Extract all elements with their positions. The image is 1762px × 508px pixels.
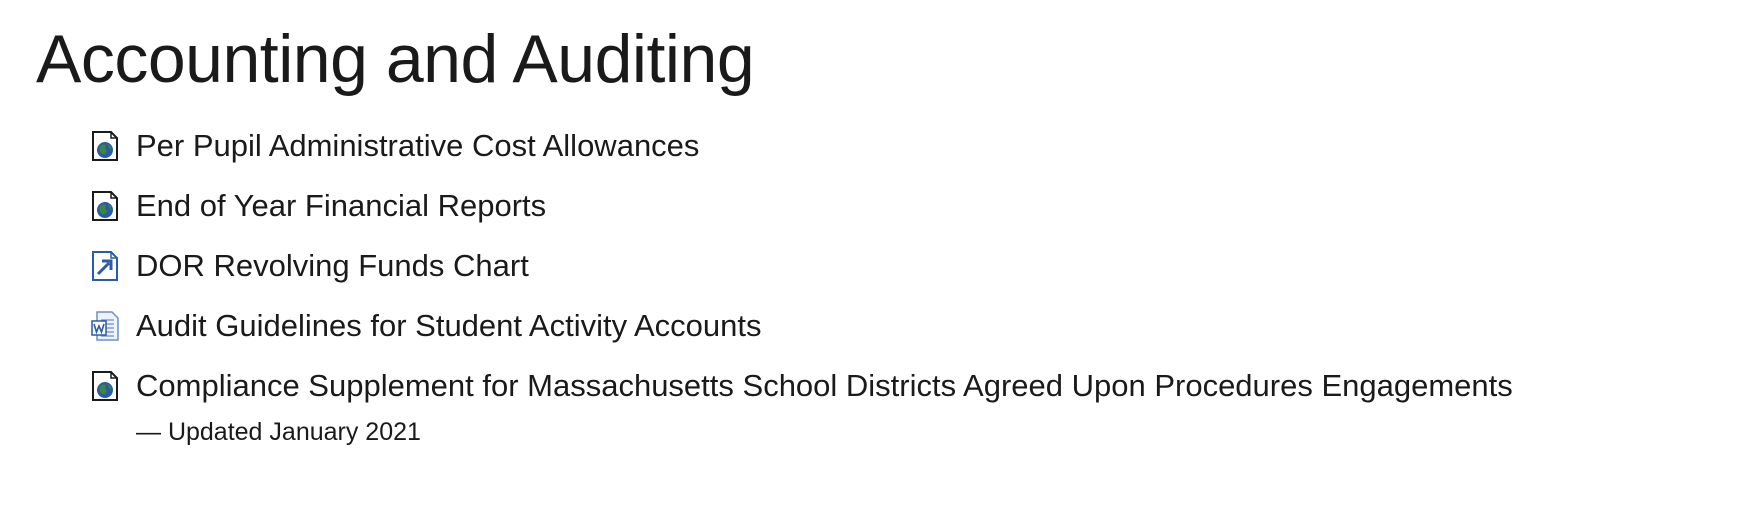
web-page-icon xyxy=(90,129,120,163)
web-page-icon xyxy=(90,369,120,403)
document-link-list: Per Pupil Administrative Cost Allowances… xyxy=(90,124,1513,446)
external-link-icon xyxy=(90,249,120,283)
link-compliance-supplement[interactable]: Compliance Supplement for Massachusetts … xyxy=(136,364,1513,408)
list-item: DOR Revolving Funds Chart xyxy=(90,244,1513,304)
list-item: Per Pupil Administrative Cost Allowances xyxy=(90,124,1513,184)
web-page-icon xyxy=(90,189,120,223)
link-audit-guidelines-student-activity[interactable]: Audit Guidelines for Student Activity Ac… xyxy=(136,304,762,348)
link-end-of-year-financial-reports[interactable]: End of Year Financial Reports xyxy=(136,184,546,228)
word-document-icon xyxy=(90,309,120,343)
updated-note: — Updated January 2021 xyxy=(136,418,421,446)
page-title: Accounting and Auditing xyxy=(36,21,755,97)
list-item: End of Year Financial Reports xyxy=(90,184,1513,244)
link-per-pupil-cost-allowances[interactable]: Per Pupil Administrative Cost Allowances xyxy=(136,124,699,168)
list-item: Audit Guidelines for Student Activity Ac… xyxy=(90,304,1513,364)
page: Accounting and Auditing Per Pupil Admini… xyxy=(0,0,1762,508)
link-dor-revolving-funds-chart[interactable]: DOR Revolving Funds Chart xyxy=(136,244,529,288)
list-item: Compliance Supplement for Massachusetts … xyxy=(90,364,1513,446)
